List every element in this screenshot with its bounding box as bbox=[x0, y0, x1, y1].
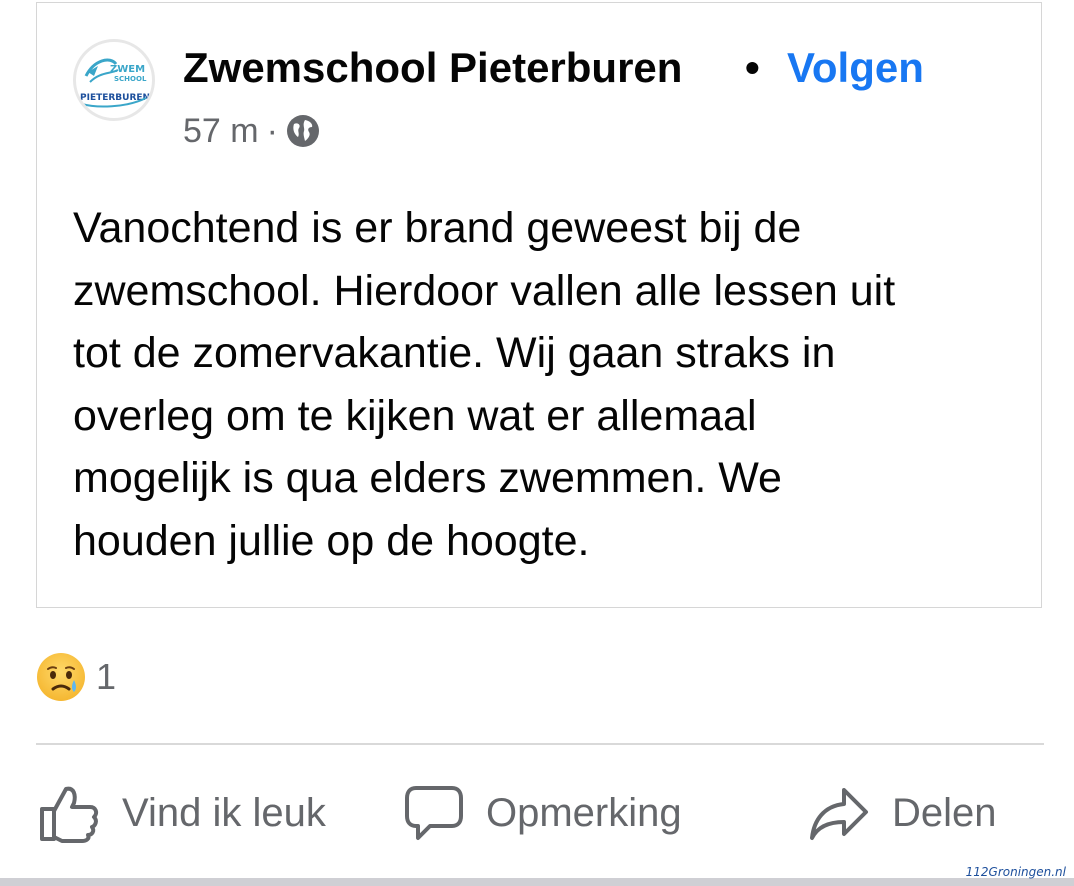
comment-button[interactable]: Opmerking bbox=[404, 778, 682, 848]
share-arrow-icon bbox=[810, 788, 868, 840]
zwemschool-logo: ZWEM SCHOOL PIETERBUREN bbox=[80, 58, 150, 108]
name-separator: • bbox=[745, 44, 760, 91]
post-timestamp[interactable]: 57 m bbox=[183, 109, 259, 153]
post-meta: 57 m · bbox=[183, 109, 320, 153]
thumbs-up-icon bbox=[40, 786, 99, 843]
comment-label: Opmerking bbox=[486, 790, 682, 835]
sad-face-icon bbox=[37, 653, 85, 701]
post-card: ZWEM SCHOOL PIETERBUREN Zwemschool Piete… bbox=[36, 2, 1042, 608]
post-text-line: houden jullie op de hoogte. bbox=[73, 516, 590, 565]
meta-separator: · bbox=[266, 112, 278, 150]
post-text-line: tot de zomervakantie. Wij gaan straks in bbox=[73, 329, 836, 377]
post-text-line: zwemschool. Hierdoor vallen alle lessen … bbox=[73, 266, 896, 315]
logo-text-zwem: ZWEM bbox=[110, 64, 145, 75]
post-body: Vanochtend is er brand geweest bij de zw… bbox=[73, 197, 1023, 572]
bottom-bar bbox=[0, 878, 1074, 886]
like-label: Vind ik leuk bbox=[122, 790, 326, 835]
share-button[interactable]: Delen bbox=[808, 778, 997, 848]
like-button[interactable]: Vind ik leuk bbox=[38, 778, 326, 848]
watermark: 112Groningen.nl bbox=[965, 865, 1066, 879]
page-name[interactable]: Zwemschool Pieterburen bbox=[183, 43, 682, 93]
post-text-line: overleg om te kijken wat er allemaal bbox=[73, 391, 757, 440]
globe-icon[interactable] bbox=[286, 114, 320, 148]
page-avatar[interactable]: ZWEM SCHOOL PIETERBUREN bbox=[73, 39, 155, 121]
share-label: Delen bbox=[892, 790, 997, 835]
follow-button[interactable]: Volgen bbox=[787, 43, 924, 93]
post-text-line: Vanochtend is er brand geweest bij de bbox=[73, 204, 802, 252]
divider bbox=[36, 743, 1044, 745]
comment-bubble-icon bbox=[405, 786, 463, 840]
logo-text-school: SCHOOL bbox=[114, 75, 147, 83]
reaction-count: 1 bbox=[96, 656, 117, 697]
reaction-summary[interactable]: 1 bbox=[36, 652, 116, 702]
post-text-line: mogelijk is qua elders zwemmen. We bbox=[73, 454, 782, 502]
